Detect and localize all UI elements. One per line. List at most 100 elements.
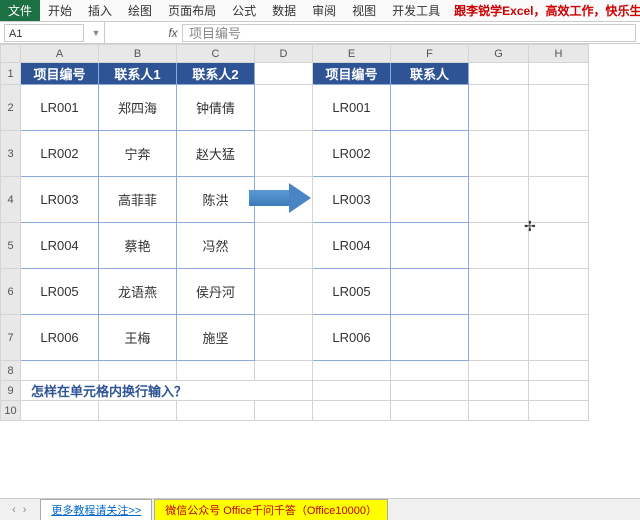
row-header-4[interactable]: 4 — [1, 177, 21, 223]
col-header-D[interactable]: D — [255, 45, 313, 63]
fx-icon[interactable]: fx — [164, 26, 182, 40]
cell-B7[interactable]: 王梅 — [99, 315, 177, 361]
col-header-G[interactable]: G — [469, 45, 529, 63]
tab-draw[interactable]: 绘图 — [120, 0, 160, 21]
cell-A2[interactable]: LR001 — [21, 85, 99, 131]
cell-H2[interactable] — [529, 85, 589, 131]
tab-layout[interactable]: 页面布局 — [160, 0, 224, 21]
cell-F4[interactable] — [391, 177, 469, 223]
cell-D3[interactable] — [255, 131, 313, 177]
tab-developer[interactable]: 开发工具 — [384, 0, 448, 21]
ribbon-extra-text: 跟李锐学Excel，高效工作，快乐生活！ — [448, 0, 640, 21]
tab-view[interactable]: 视图 — [344, 0, 384, 21]
row-header-1[interactable]: 1 — [1, 63, 21, 85]
cell-A7[interactable]: LR006 — [21, 315, 99, 361]
row-header-9[interactable]: 9 — [1, 381, 21, 401]
cell-E2[interactable]: LR001 — [313, 85, 391, 131]
cell-B6[interactable]: 龙语燕 — [99, 269, 177, 315]
col-header-A[interactable]: A — [21, 45, 99, 63]
cell-D1[interactable] — [255, 63, 313, 85]
cell-A8[interactable] — [21, 361, 99, 381]
cell-G3[interactable] — [469, 131, 529, 177]
cell-C6[interactable]: 侯丹河 — [177, 269, 255, 315]
tab-review[interactable]: 审阅 — [304, 0, 344, 21]
cell-D4[interactable] — [255, 177, 313, 223]
cell-E3[interactable]: LR002 — [313, 131, 391, 177]
cell-B4[interactable]: 高菲菲 — [99, 177, 177, 223]
cell-H1[interactable] — [529, 63, 589, 85]
cell-G1[interactable] — [469, 63, 529, 85]
col-header-E[interactable]: E — [313, 45, 391, 63]
row-header-10[interactable]: 10 — [1, 401, 21, 421]
cell-C7[interactable]: 施坚 — [177, 315, 255, 361]
cell-G5[interactable] — [469, 223, 529, 269]
col-header-F[interactable]: F — [391, 45, 469, 63]
cell-F7[interactable] — [391, 315, 469, 361]
cell-F5[interactable] — [391, 223, 469, 269]
cell-C3[interactable]: 赵大猛 — [177, 131, 255, 177]
cell-E7[interactable]: LR006 — [313, 315, 391, 361]
cell-D2[interactable] — [255, 85, 313, 131]
cell-F2[interactable] — [391, 85, 469, 131]
cell-B1[interactable]: 联系人1 — [99, 63, 177, 85]
cell-G2[interactable] — [469, 85, 529, 131]
row-header-2[interactable]: 2 — [1, 85, 21, 131]
cell-D5[interactable] — [255, 223, 313, 269]
cell-G7[interactable] — [469, 315, 529, 361]
cell-F3[interactable] — [391, 131, 469, 177]
cell-E4[interactable]: LR003 — [313, 177, 391, 223]
col-header-C[interactable]: C — [177, 45, 255, 63]
cell-E6[interactable]: LR005 — [313, 269, 391, 315]
cell-A1[interactable]: 项目编号 — [21, 63, 99, 85]
cell-H3[interactable] — [529, 131, 589, 177]
cell-H6[interactable] — [529, 269, 589, 315]
cell-C5[interactable]: 冯然 — [177, 223, 255, 269]
cell-F1[interactable]: 联系人 — [391, 63, 469, 85]
formula-bar: A1 ▼ fx 项目编号 — [0, 22, 640, 44]
cell-A6[interactable]: LR005 — [21, 269, 99, 315]
tab-formulas[interactable]: 公式 — [224, 0, 264, 21]
cell-H5[interactable] — [529, 223, 589, 269]
formula-input[interactable]: 项目编号 — [182, 24, 636, 42]
sheet-tab-1[interactable]: 更多教程请关注>> — [40, 499, 152, 520]
cell-G6[interactable] — [469, 269, 529, 315]
cell-C1[interactable]: 联系人2 — [177, 63, 255, 85]
cell-A4[interactable]: LR003 — [21, 177, 99, 223]
cell-G4[interactable] — [469, 177, 529, 223]
cell-C4[interactable]: 陈洪 — [177, 177, 255, 223]
name-box[interactable]: A1 — [4, 24, 84, 42]
cell-A3[interactable]: LR002 — [21, 131, 99, 177]
cell-B5[interactable]: 蔡艳 — [99, 223, 177, 269]
name-box-dropdown-icon[interactable]: ▼ — [88, 28, 104, 38]
cell-D6[interactable] — [255, 269, 313, 315]
cell-D7[interactable] — [255, 315, 313, 361]
arrow-icon — [249, 183, 317, 213]
cell-B2[interactable]: 郑四海 — [99, 85, 177, 131]
ribbon-tabs: 文件 开始 插入 绘图 页面布局 公式 数据 审阅 视图 开发工具 跟李锐学Ex… — [0, 0, 640, 22]
cell-B3[interactable]: 宁奔 — [99, 131, 177, 177]
cell-H7[interactable] — [529, 315, 589, 361]
col-header-B[interactable]: B — [99, 45, 177, 63]
cell-A5[interactable]: LR004 — [21, 223, 99, 269]
select-all-corner[interactable] — [1, 45, 21, 63]
row-header-8[interactable]: 8 — [1, 361, 21, 381]
sheet-tab-2[interactable]: 微信公众号 Office千问千答（Office10000） — [154, 499, 388, 520]
cell-F6[interactable] — [391, 269, 469, 315]
tab-insert[interactable]: 插入 — [80, 0, 120, 21]
row-header-6[interactable]: 6 — [1, 269, 21, 315]
question-text[interactable]: 怎样在单元格内换行输入？ — [21, 381, 313, 401]
cell-E1[interactable]: 项目编号 — [313, 63, 391, 85]
row-header-3[interactable]: 3 — [1, 131, 21, 177]
tab-data[interactable]: 数据 — [264, 0, 304, 21]
worksheet-grid[interactable]: A B C D E F G H 1 项目编号 联系人1 联系人2 项目编号 联系… — [0, 44, 640, 498]
cell-E5[interactable]: LR004 — [313, 223, 391, 269]
row-header-7[interactable]: 7 — [1, 315, 21, 361]
row-header-5[interactable]: 5 — [1, 223, 21, 269]
cell-H4[interactable] — [529, 177, 589, 223]
tab-file[interactable]: 文件 — [0, 0, 40, 21]
cell-C2[interactable]: 钟倩倩 — [177, 85, 255, 131]
sheet-tabs-bar: ‹ › 更多教程请关注>> 微信公众号 Office千问千答（Office100… — [0, 498, 640, 520]
sheet-nav-icon[interactable]: ‹ › — [0, 504, 40, 516]
tab-home[interactable]: 开始 — [40, 0, 80, 21]
col-header-H[interactable]: H — [529, 45, 589, 63]
